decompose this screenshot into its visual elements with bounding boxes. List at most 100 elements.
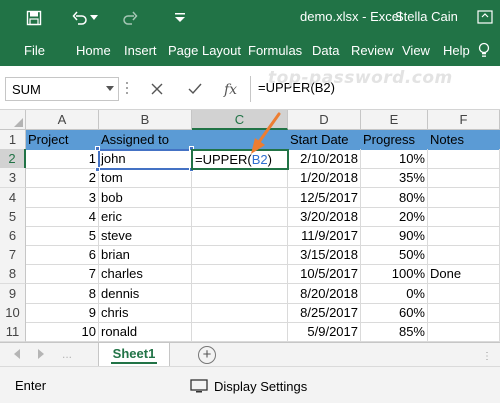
tab-home[interactable]: Home bbox=[76, 43, 111, 58]
more-sheets-icon[interactable]: ... bbox=[62, 347, 72, 361]
cell-e4[interactable]: 80% bbox=[361, 187, 428, 208]
header-cell-d[interactable]: Start Date bbox=[288, 130, 361, 150]
cell-d9[interactable]: 8/20/2018 bbox=[288, 283, 361, 304]
cell-b9[interactable]: dennis bbox=[99, 283, 192, 304]
row-header-2[interactable]: 2 bbox=[0, 149, 26, 170]
cell-b2[interactable]: john bbox=[99, 149, 192, 170]
save-icon[interactable] bbox=[22, 6, 46, 30]
undo-dropdown-icon[interactable] bbox=[88, 6, 100, 30]
cell-d4[interactable]: 12/5/2017 bbox=[288, 187, 361, 208]
cell-d3[interactable]: 1/20/2018 bbox=[288, 168, 361, 189]
row-header-9[interactable]: 9 bbox=[0, 283, 26, 304]
row-header-8[interactable]: 8 bbox=[0, 264, 26, 285]
user-name[interactable]: Stella Cain bbox=[395, 9, 458, 24]
select-all-button[interactable] bbox=[0, 110, 26, 130]
cell-a10[interactable]: 9 bbox=[26, 302, 99, 323]
scroll-grip-icon[interactable]: ⋮ bbox=[482, 351, 492, 362]
row-header-5[interactable]: 5 bbox=[0, 206, 26, 227]
cell-c4[interactable] bbox=[192, 187, 288, 208]
reference-handle-bl[interactable] bbox=[95, 167, 100, 172]
cell-e3[interactable]: 35% bbox=[361, 168, 428, 189]
name-box-dropdown-icon[interactable] bbox=[106, 86, 114, 91]
cell-f6[interactable] bbox=[428, 226, 500, 246]
header-cell-a[interactable]: Project bbox=[26, 130, 99, 150]
column-header-a[interactable]: A bbox=[26, 110, 99, 130]
cell-f11[interactable] bbox=[428, 322, 500, 342]
header-cell-f[interactable]: Notes bbox=[428, 130, 500, 150]
cell-f8[interactable]: Done bbox=[428, 264, 500, 285]
cell-f3[interactable] bbox=[428, 168, 500, 189]
cancel-icon[interactable] bbox=[146, 78, 168, 100]
cell-b3[interactable]: tom bbox=[99, 168, 192, 189]
cell-b8[interactable]: charles bbox=[99, 264, 192, 285]
cell-c6[interactable] bbox=[192, 226, 288, 246]
row-header-1[interactable]: 1 bbox=[0, 130, 26, 150]
tab-insert[interactable]: Insert bbox=[124, 43, 157, 58]
lightbulb-icon[interactable] bbox=[478, 42, 490, 61]
header-cell-b[interactable]: Assigned to bbox=[99, 130, 192, 150]
cell-c7[interactable] bbox=[192, 245, 288, 266]
row-header-3[interactable]: 3 bbox=[0, 168, 26, 189]
cell-f9[interactable] bbox=[428, 283, 500, 304]
cell-d11[interactable]: 5/9/2017 bbox=[288, 322, 361, 342]
cell-b10[interactable]: chris bbox=[99, 302, 192, 323]
tab-view[interactable]: View bbox=[402, 43, 430, 58]
tab-formulas[interactable]: Formulas bbox=[248, 43, 302, 58]
display-settings-button[interactable]: Display Settings bbox=[190, 376, 307, 396]
customize-qat-icon[interactable] bbox=[168, 6, 192, 30]
cell-c11[interactable] bbox=[192, 322, 288, 342]
cell-d10[interactable]: 8/25/2017 bbox=[288, 302, 361, 323]
cell-c10[interactable] bbox=[192, 302, 288, 323]
cell-a3[interactable]: 2 bbox=[26, 168, 99, 189]
tab-file[interactable]: File bbox=[24, 43, 45, 58]
formula-bar-grip-icon[interactable] bbox=[125, 80, 129, 96]
column-header-b[interactable]: B bbox=[99, 110, 192, 130]
cell-a5[interactable]: 4 bbox=[26, 206, 99, 227]
prev-sheet-icon[interactable] bbox=[14, 349, 20, 359]
cell-f10[interactable] bbox=[428, 302, 500, 323]
cell-f5[interactable] bbox=[428, 206, 500, 227]
name-box[interactable]: SUM bbox=[5, 77, 119, 101]
column-header-d[interactable]: D bbox=[288, 110, 361, 130]
cell-a8[interactable]: 7 bbox=[26, 264, 99, 285]
row-header-6[interactable]: 6 bbox=[0, 226, 26, 246]
cell-e6[interactable]: 90% bbox=[361, 226, 428, 246]
header-cell-e[interactable]: Progress bbox=[361, 130, 428, 150]
tab-data[interactable]: Data bbox=[312, 43, 339, 58]
cell-e7[interactable]: 50% bbox=[361, 245, 428, 266]
row-header-11[interactable]: 11 bbox=[0, 322, 26, 342]
row-header-7[interactable]: 7 bbox=[0, 245, 26, 266]
cell-b6[interactable]: steve bbox=[99, 226, 192, 246]
cell-e9[interactable]: 0% bbox=[361, 283, 428, 304]
cell-f4[interactable] bbox=[428, 187, 500, 208]
cell-f7[interactable] bbox=[428, 245, 500, 266]
cell-d5[interactable]: 3/20/2018 bbox=[288, 206, 361, 227]
reference-handle-tr[interactable] bbox=[189, 146, 194, 151]
cell-a11[interactable]: 10 bbox=[26, 322, 99, 342]
cell-b11[interactable]: ronald bbox=[99, 322, 192, 342]
cell-e10[interactable]: 60% bbox=[361, 302, 428, 323]
insert-function-icon[interactable]: fx bbox=[221, 78, 243, 100]
cell-a9[interactable]: 8 bbox=[26, 283, 99, 304]
cell-e8[interactable]: 100% bbox=[361, 264, 428, 285]
cell-b5[interactable]: eric bbox=[99, 206, 192, 227]
tab-help[interactable]: Help bbox=[443, 43, 470, 58]
cell-d6[interactable]: 11/9/2017 bbox=[288, 226, 361, 246]
cell-d8[interactable]: 10/5/2017 bbox=[288, 264, 361, 285]
tab-review[interactable]: Review bbox=[351, 43, 394, 58]
tab-page-layout[interactable]: Page Layout bbox=[168, 43, 241, 58]
enter-icon[interactable] bbox=[184, 78, 206, 100]
add-sheet-icon[interactable]: + bbox=[198, 346, 216, 364]
cell-e11[interactable]: 85% bbox=[361, 322, 428, 342]
cell-b7[interactable]: brian bbox=[99, 245, 192, 266]
ribbon-display-options-icon[interactable] bbox=[470, 4, 500, 30]
cell-e2[interactable]: 10% bbox=[361, 149, 428, 170]
reference-handle-tl[interactable] bbox=[95, 146, 100, 151]
row-header-4[interactable]: 4 bbox=[0, 187, 26, 208]
cell-a6[interactable]: 5 bbox=[26, 226, 99, 246]
cell-b4[interactable]: bob bbox=[99, 187, 192, 208]
cell-a7[interactable]: 6 bbox=[26, 245, 99, 266]
column-header-e[interactable]: E bbox=[361, 110, 428, 130]
cell-d2[interactable]: 2/10/2018 bbox=[288, 149, 361, 170]
redo-icon[interactable] bbox=[118, 6, 142, 30]
